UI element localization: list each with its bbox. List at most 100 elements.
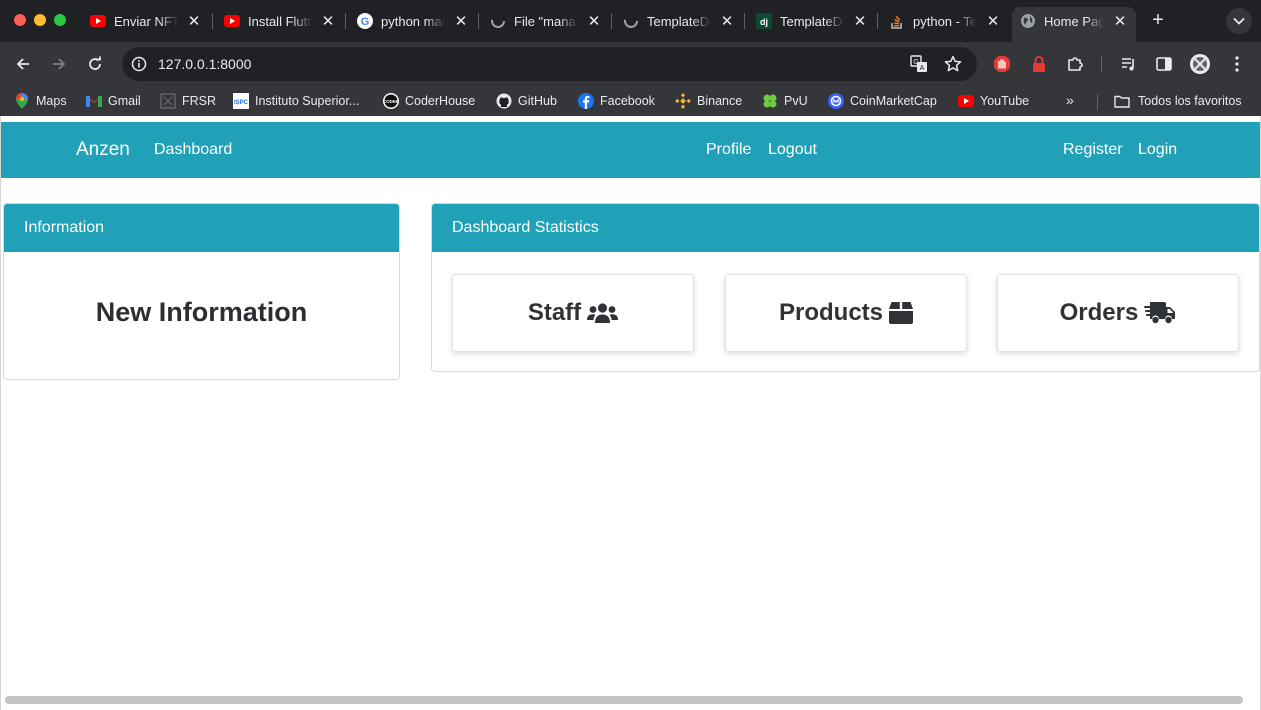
stat-card-orders[interactable]: Orders [997,274,1239,352]
chevron-down-icon [1233,17,1245,25]
bookmark-youtube[interactable]: YouTube [958,92,1029,110]
bookmark-binance[interactable]: Binance [675,92,742,110]
close-icon[interactable]: ✕ [186,13,202,30]
svg-text:CODER: CODER [383,99,399,104]
kebab-menu-icon [1235,56,1239,72]
bookmark-frsr[interactable]: FRSR [160,92,216,110]
reload-button[interactable] [83,52,107,76]
folder-icon [1114,93,1130,109]
coderhouse-icon: CODER [383,93,399,109]
youtube-icon [958,93,974,109]
tab-search-button[interactable] [1226,8,1252,34]
tab-title: Home Page [1044,13,1104,29]
stat-label: Products [778,299,883,326]
nav-link-profile[interactable]: Profile [706,141,751,159]
svg-text:G: G [913,59,918,66]
address-bar[interactable]: 127.0.0.1:8000 AG [122,47,977,81]
extension-button[interactable] [990,52,1014,76]
tab-title: python manage [381,13,445,29]
close-icon[interactable]: ✕ [719,13,735,30]
close-icon[interactable]: ✕ [453,13,469,30]
bookmark-label: Instituto Superior... [255,94,360,108]
stat-card-products[interactable]: Products [725,274,967,352]
svg-text:dj: dj [760,17,768,27]
browser-tab[interactable]: Enviar NFT ✕ [90,7,202,35]
bookmarks-overflow-button[interactable]: » [1066,92,1074,108]
nav-link-login[interactable]: Login [1138,141,1177,159]
stat-card-staff[interactable]: Staff [452,274,694,352]
browser-menu-button[interactable] [1225,52,1249,76]
extension-button[interactable] [1027,52,1051,76]
stat-label: Orders [1059,299,1139,326]
profile-button[interactable] [1188,52,1212,76]
browser-tab-strip: Enviar NFT ✕ Install Flutter ✕ G python … [0,0,1261,42]
information-title: New Information [95,297,308,327]
reload-icon [89,56,101,70]
media-button[interactable] [1117,52,1141,76]
nav-link-dashboard[interactable]: Dashboard [154,141,232,159]
brand-logo[interactable]: Anzen [76,139,130,161]
bookmark-label: YouTube [980,94,1030,108]
adblock-icon [994,56,1010,72]
browser-tab[interactable]: Install Flutter ✕ [224,7,336,35]
minimize-window-button[interactable] [34,14,46,26]
close-icon[interactable]: ✕ [852,13,868,30]
bookmark-instituto-superior[interactable]: ISPC Instituto Superior... [233,92,359,110]
back-button[interactable] [11,52,35,76]
tab-title: TemplateDoes [780,13,844,29]
binance-icon [675,93,691,109]
close-icon[interactable]: ✕ [586,13,602,30]
extensions-button[interactable] [1063,52,1087,76]
clover-icon [762,93,778,109]
arrow-left-icon [16,58,29,70]
bookmark-label: CoinMarketCap [850,94,937,108]
side-panel-button[interactable] [1152,52,1176,76]
bookmark-facebook[interactable]: Facebook [578,92,655,110]
frsr-icon [160,93,176,109]
bookmark-gmail[interactable]: Gmail [86,92,141,110]
django-icon: dj [756,13,772,29]
site-info-icon[interactable] [130,55,148,73]
bookmark-github[interactable]: GitHub [496,92,557,110]
browser-tab[interactable]: python - Te ✕ [889,7,1001,35]
browser-tab-active[interactable]: Home Page ✕ [1012,7,1136,42]
new-tab-button[interactable]: + [1148,10,1168,30]
bookmark-label: Maps [36,94,67,108]
bookmark-label: Binance [697,94,743,108]
dashboard-statistics-card: Dashboard Statistics Staff Products Orde… [431,203,1260,372]
information-card: Information New Information [3,203,400,380]
gmail-icon [86,93,102,109]
dashboard-statistics-header: Dashboard Statistics [432,204,1259,252]
youtube-icon [90,13,106,29]
bookmark-maps[interactable]: Maps [14,92,67,110]
bookmark-pvu[interactable]: PvU [762,92,808,110]
nav-link-logout[interactable]: Logout [768,141,817,159]
browser-tab[interactable]: dj TemplateDoes ✕ [756,7,868,35]
github-icon [496,93,512,109]
media-queue-icon [1122,58,1134,71]
nav-link-register[interactable]: Register [1063,141,1123,159]
all-bookmarks-folder[interactable]: Todos los favoritos [1114,92,1242,110]
bookmark-label: PvU [784,94,808,108]
maximize-window-button[interactable] [54,14,66,26]
translate-icon[interactable]: AG [910,55,928,73]
shipping-truck-icon [1144,301,1176,325]
bookmark-label: Facebook [600,94,655,108]
browser-tab[interactable]: G python manage ✕ [357,7,469,35]
browser-tab[interactable]: TemplateDoes ✕ [623,7,735,35]
close-icon[interactable]: ✕ [320,13,336,30]
ispc-icon: ISPC [233,93,249,109]
forward-button[interactable] [47,52,71,76]
svg-text:A: A [920,65,925,72]
horizontal-scrollbar[interactable] [5,696,1243,704]
url-text[interactable]: 127.0.0.1:8000 [158,56,251,72]
box-icon [889,302,913,324]
star-icon[interactable] [944,55,962,73]
bookmark-coderhouse[interactable]: CODER CoderHouse [383,92,475,110]
browser-tab[interactable]: File "manage ✕ [490,7,602,35]
close-icon[interactable]: ✕ [1112,13,1128,30]
close-window-button[interactable] [14,14,26,26]
close-icon[interactable]: ✕ [985,13,1001,30]
globe-icon [1020,13,1036,29]
bookmark-coinmarketcap[interactable]: CoinMarketCap [828,92,937,110]
